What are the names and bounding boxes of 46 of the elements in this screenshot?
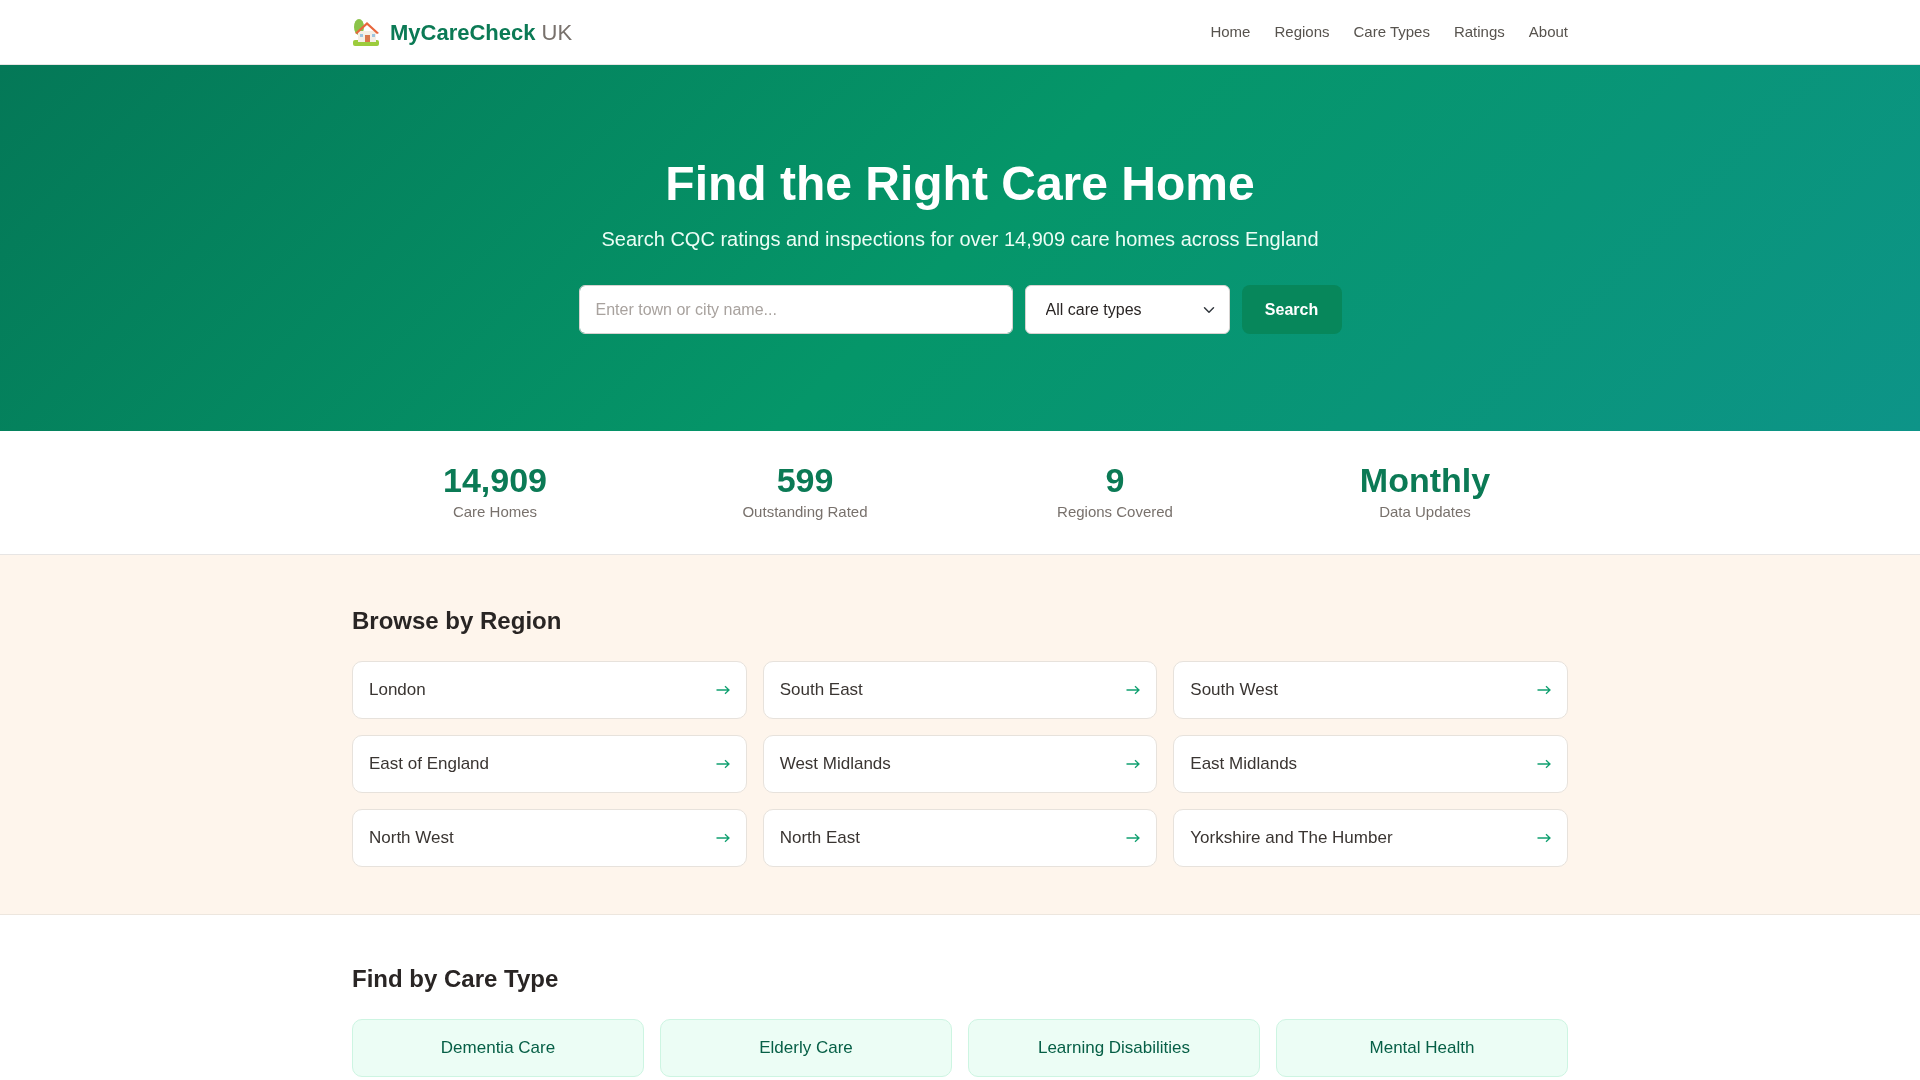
- arrow-right-icon: [1536, 833, 1551, 843]
- nav-link[interactable]: About: [1528, 20, 1568, 44]
- region-card[interactable]: South West: [1173, 661, 1568, 719]
- region-card[interactable]: Yorkshire and The Humber: [1173, 809, 1568, 867]
- region-card[interactable]: London: [352, 661, 747, 719]
- region-card[interactable]: North East: [762, 809, 1158, 867]
- arrow-right-icon: [1536, 759, 1551, 769]
- region-card[interactable]: North West: [352, 809, 747, 867]
- stat-value: 599: [776, 460, 834, 501]
- brand-logo-link[interactable]: MyCareCheck UK: [352, 15, 573, 49]
- nav-link[interactable]: Home: [1210, 20, 1251, 44]
- brand-name: MyCareCheck: [390, 18, 536, 47]
- arrow-right-icon: [715, 759, 730, 769]
- nav-link[interactable]: Ratings: [1453, 20, 1505, 44]
- care-type-card[interactable]: Learning Disabilities: [968, 1019, 1260, 1077]
- house-icon: [352, 18, 380, 46]
- arrow-right-icon: [715, 685, 730, 695]
- brand-suffix: UK: [541, 18, 573, 47]
- care-type-select[interactable]: All care types: [1024, 285, 1230, 334]
- nav-link[interactable]: Care Types: [1353, 20, 1430, 44]
- arrow-right-icon: [1536, 685, 1551, 695]
- hero-title: Find the Right Care Home: [664, 156, 1256, 212]
- stat-value: 9: [1105, 460, 1125, 501]
- stat-label: Data Updates: [1379, 502, 1471, 522]
- care-type-card[interactable]: Mental Health: [1276, 1019, 1568, 1077]
- care-type-card[interactable]: Elderly Care: [660, 1019, 952, 1077]
- arrow-right-icon: [1126, 833, 1141, 843]
- hero-subtitle: Search CQC ratings and inspections for over 14,909 care homes across England: [600, 227, 1320, 252]
- stat-label: Outstanding Rated: [742, 502, 868, 522]
- stat-value: Monthly: [1359, 460, 1491, 501]
- section-heading: Find by Care Type: [352, 964, 560, 993]
- region-card[interactable]: East of England: [352, 735, 747, 793]
- arrow-right-icon: [1126, 759, 1141, 769]
- care-type-card[interactable]: Dementia Care: [352, 1019, 644, 1077]
- region-card[interactable]: South East: [762, 661, 1158, 719]
- stat-value: 14,909: [443, 460, 547, 501]
- nav-link[interactable]: Regions: [1274, 20, 1330, 44]
- stat-label: Care Homes: [452, 502, 538, 522]
- region-card[interactable]: West Midlands: [762, 735, 1158, 793]
- town-search-field[interactable]: Enter town or city name...: [578, 285, 1013, 334]
- arrow-right-icon: [1126, 685, 1141, 695]
- arrow-right-icon: [715, 833, 730, 843]
- stat-label: Regions Covered: [1057, 502, 1173, 522]
- region-card[interactable]: East Midlands: [1173, 735, 1568, 793]
- search-button[interactable]: Search: [1241, 285, 1342, 334]
- section-heading: Browse by Region: [352, 606, 563, 635]
